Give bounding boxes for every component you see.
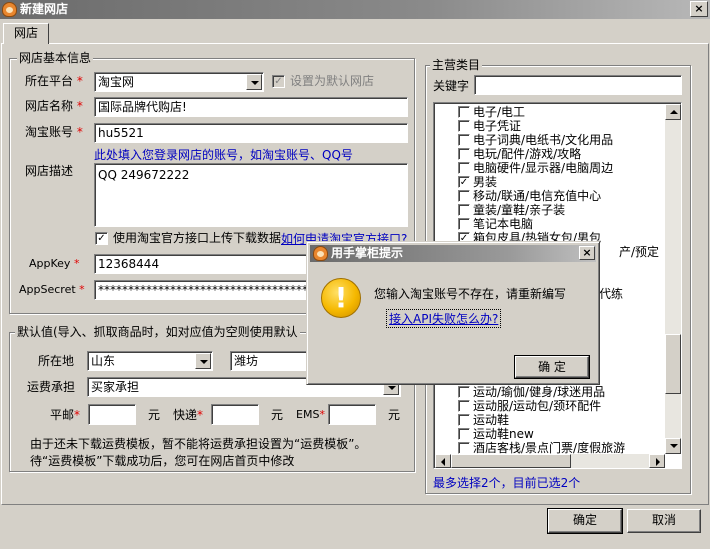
window-title: 新建网店 bbox=[20, 2, 69, 16]
title-bar: 新建网店 bbox=[0, 0, 710, 19]
freight-note-1: 由于还未下载运费模板，暂不能将运费承担设置为“运费模板”。 bbox=[30, 437, 367, 451]
category-checkbox[interactable] bbox=[458, 190, 470, 202]
category-label: 电子凭证 bbox=[473, 119, 522, 133]
shop-name-label: 网店名称 * bbox=[25, 99, 83, 113]
category-label: 笔记本电脑 bbox=[473, 217, 534, 231]
platform-label: 所在平台 * bbox=[25, 74, 83, 88]
scroll-up-icon[interactable] bbox=[665, 104, 681, 120]
appsecret-label: AppSecret * bbox=[19, 283, 85, 296]
category-label: 运动/瑜伽/健身/球迷用品 bbox=[473, 385, 606, 399]
express-unit: 元 bbox=[271, 408, 284, 422]
ems-fee-input[interactable] bbox=[328, 404, 376, 425]
express-label: 快递* bbox=[173, 408, 204, 422]
express-fee-input[interactable] bbox=[211, 404, 259, 425]
default-shop-checkbox[interactable]: ✓ bbox=[272, 75, 285, 88]
app-icon bbox=[313, 246, 328, 261]
account-input[interactable]: hu5521 bbox=[94, 123, 408, 143]
city-select[interactable]: 潍坊 bbox=[230, 351, 310, 371]
category-checkbox[interactable] bbox=[458, 400, 470, 412]
ok-button[interactable]: 确定 bbox=[547, 508, 623, 534]
scroll-right-icon[interactable] bbox=[649, 454, 665, 468]
scroll-down-icon[interactable] bbox=[665, 438, 681, 454]
official-api-checkbox[interactable]: ✓ bbox=[95, 232, 108, 245]
category-fragment: 代练 bbox=[599, 287, 624, 301]
chevron-down-icon[interactable] bbox=[195, 353, 211, 369]
basic-info-legend: 网店基本信息 bbox=[17, 51, 94, 65]
alert-dialog: 用手掌柜提示 × ! 您输入淘宝账号不存在，请重新编写 接入API失败怎么办? … bbox=[306, 241, 600, 385]
mail-fee-input[interactable] bbox=[88, 404, 136, 425]
vertical-scrollbar[interactable] bbox=[665, 104, 681, 454]
account-hint: 此处填入您登录网店的账号，如淘宝账号、QQ号 bbox=[94, 148, 353, 162]
category-checkbox[interactable] bbox=[458, 134, 470, 146]
keyword-label: 关键字 bbox=[433, 79, 470, 93]
platform-select-value: 淘宝网 bbox=[98, 75, 135, 89]
province-select[interactable]: 山东 bbox=[87, 351, 213, 371]
category-label: 电脑硬件/显示器/电脑周边 bbox=[473, 161, 614, 175]
category-label: 酒店客栈/景点门票/度假旅游 bbox=[473, 441, 626, 455]
official-api-label: 使用淘宝官方接口上传下载数据 bbox=[113, 231, 282, 245]
description-label: 网店描述 bbox=[25, 164, 74, 178]
freight-label: 运费承担 bbox=[27, 380, 76, 394]
province-value: 山东 bbox=[91, 354, 116, 368]
city-value: 潍坊 bbox=[234, 354, 259, 368]
category-label: 男装 bbox=[473, 175, 498, 189]
default-shop-label: 设置为默认网店 bbox=[290, 74, 375, 88]
dialog-title-bar: 用手掌柜提示 bbox=[310, 245, 596, 262]
category-checkbox[interactable] bbox=[458, 204, 470, 216]
category-legend: 主营类目 bbox=[430, 58, 483, 72]
cancel-button[interactable]: 取消 bbox=[627, 509, 701, 533]
defaults-legend: 默认值(导入、抓取商品时，如对应值为空则使用默认 bbox=[15, 325, 300, 339]
appkey-label: AppKey * bbox=[29, 257, 80, 270]
category-label: 运动鞋 bbox=[473, 413, 510, 427]
api-failure-help-link[interactable]: 接入API失败怎么办? bbox=[386, 309, 502, 328]
account-label: 淘宝账号 * bbox=[25, 125, 83, 139]
dialog-title: 用手掌柜提示 bbox=[331, 246, 404, 260]
keyword-input[interactable] bbox=[474, 75, 682, 95]
dialog-ok-button[interactable]: 确 定 bbox=[514, 355, 590, 379]
freight-value: 买家承担 bbox=[91, 380, 140, 394]
horizontal-scrollbar[interactable] bbox=[435, 454, 665, 468]
platform-select[interactable]: 淘宝网 bbox=[94, 72, 264, 92]
hscroll-thumb[interactable] bbox=[451, 454, 571, 468]
category-label: 童装/童鞋/亲子装 bbox=[473, 203, 566, 217]
shop-name-input[interactable]: 国际品牌代购店! bbox=[94, 97, 408, 117]
category-label: 电子词典/电纸书/文化用品 bbox=[473, 133, 614, 147]
category-fragment: 产/预定 bbox=[619, 245, 660, 259]
category-label: 移动/联通/电信充值中心 bbox=[473, 189, 602, 203]
category-checkbox[interactable] bbox=[458, 386, 470, 398]
app-icon bbox=[2, 2, 17, 17]
category-checkbox[interactable] bbox=[458, 218, 470, 230]
ems-unit: 元 bbox=[388, 408, 401, 422]
mail-label: 平邮* bbox=[50, 408, 81, 422]
freight-note-2: 待“运费模板”下载成功后，您可在网店首页中修改 bbox=[30, 454, 295, 468]
category-status: 最多选择2个，目前已选2个 bbox=[433, 476, 581, 490]
mail-unit: 元 bbox=[148, 408, 161, 422]
category-label: 电玩/配件/游戏/攻略 bbox=[473, 147, 582, 161]
category-checkbox[interactable] bbox=[458, 120, 470, 132]
category-checkbox[interactable]: ✓ bbox=[458, 176, 470, 188]
category-label: 运动服/运动包/颈环配件 bbox=[473, 399, 602, 413]
category-checkbox[interactable] bbox=[458, 148, 470, 160]
location-label: 所在地 bbox=[38, 354, 75, 368]
dialog-message: 您输入淘宝账号不存在，请重新编写 bbox=[374, 287, 567, 301]
dialog-close-button[interactable]: × bbox=[579, 246, 595, 260]
category-checkbox[interactable] bbox=[458, 106, 470, 118]
description-textarea[interactable]: QQ 249672222 bbox=[94, 163, 408, 227]
scroll-thumb[interactable] bbox=[665, 334, 681, 394]
tab-shop[interactable]: 网店 bbox=[3, 23, 49, 44]
category-checkbox[interactable] bbox=[458, 414, 470, 426]
category-label: 电子/电工 bbox=[473, 105, 526, 119]
close-button[interactable]: × bbox=[690, 1, 708, 17]
scroll-left-icon[interactable] bbox=[435, 454, 451, 468]
category-checkbox[interactable] bbox=[458, 162, 470, 174]
ems-label: EMS* bbox=[296, 408, 325, 421]
chevron-down-icon[interactable] bbox=[246, 74, 262, 90]
category-label: 运动鞋new bbox=[473, 427, 534, 441]
warning-icon: ! bbox=[321, 278, 361, 318]
category-checkbox[interactable] bbox=[458, 442, 470, 454]
category-checkbox[interactable] bbox=[458, 428, 470, 440]
